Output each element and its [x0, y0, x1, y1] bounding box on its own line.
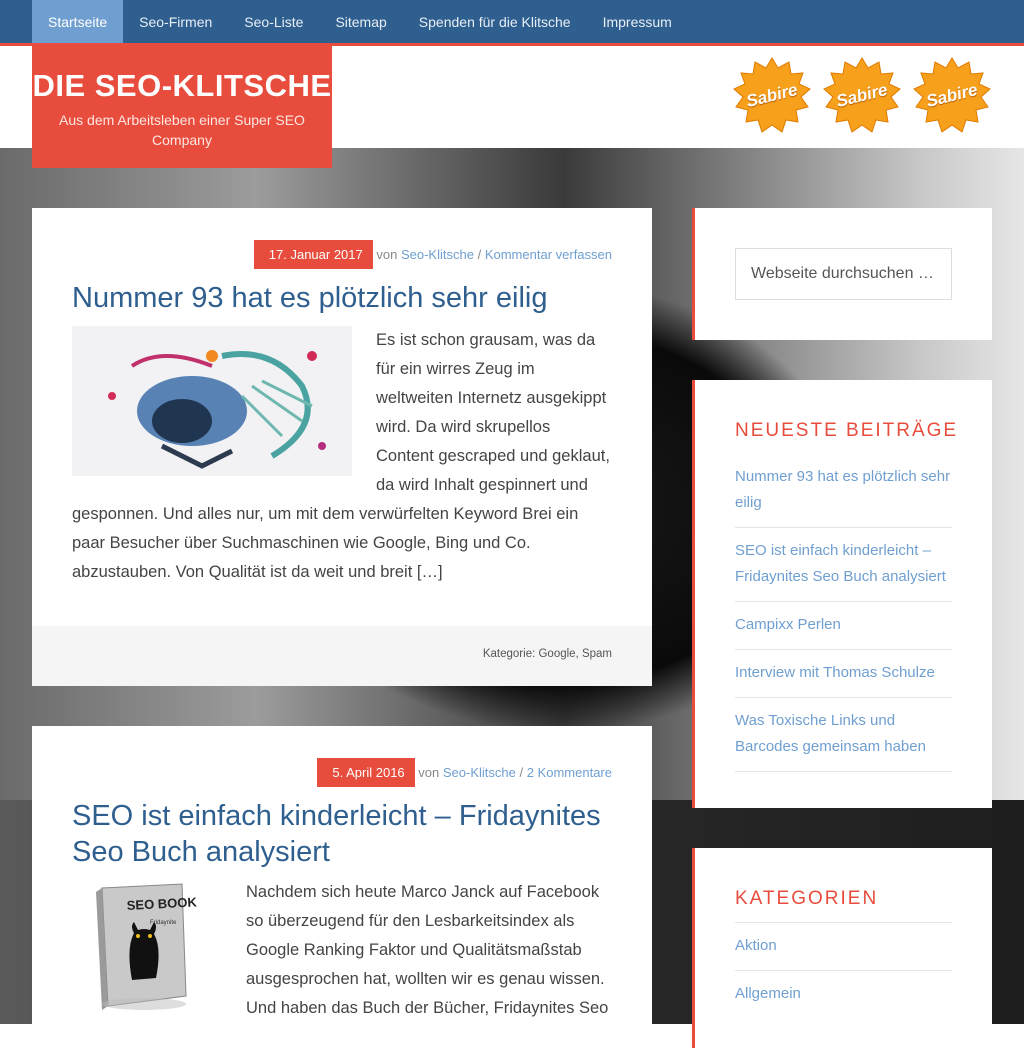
nav-item-seo-firmen[interactable]: Seo-Firmen: [123, 0, 228, 43]
search-input[interactable]: Webseite durchsuchen …: [735, 248, 952, 300]
nav-item-spenden[interactable]: Spenden für die Klitsche: [403, 0, 587, 43]
nav-item-startseite[interactable]: Startseite: [32, 0, 124, 43]
main-navigation: Startseite Seo-Firmen Seo-Liste Sitemap …: [0, 0, 1024, 46]
post-date[interactable]: 17. Januar 2017: [253, 240, 373, 269]
sabire-badge[interactable]: Sabire: [912, 56, 992, 136]
post-categories[interactable]: Kategorie: Google, Spam: [483, 648, 612, 660]
post-comments-link[interactable]: 2 Kommentare: [527, 765, 612, 780]
category-link[interactable]: Allgemein: [735, 970, 952, 1018]
post-meta: 5. April 2016 von Seo-Klitsche / 2 Komme…: [317, 758, 612, 787]
recent-posts-widget: NEUESTE BEITRÄGE Nummer 93 hat es plötzl…: [692, 380, 992, 808]
sabire-badge[interactable]: Sabire: [822, 56, 902, 136]
post-author-link[interactable]: Seo-Klitsche: [443, 765, 516, 780]
post-author-link[interactable]: Seo-Klitsche: [401, 247, 474, 262]
post-date[interactable]: 5. April 2016: [317, 758, 415, 787]
site-title[interactable]: DIE SEO-KLITSCHE: [32, 68, 332, 104]
categories-list: Aktion Allgemein: [735, 922, 952, 1018]
categories-widget: KATEGORIEN Aktion Allgemein: [692, 848, 992, 1048]
post-title[interactable]: SEO ist einfach kinderleicht – Fridaynit…: [72, 798, 612, 870]
widget-title: NEUESTE BEITRÄGE: [735, 420, 959, 441]
abstract-painting-image: [72, 326, 352, 476]
meta-separator: /: [477, 247, 482, 262]
post-thumbnail[interactable]: SEO BOOK Fridaynite: [72, 878, 208, 1024]
widget-title: KATEGORIEN: [735, 888, 879, 909]
recent-post-link[interactable]: Campixx Perlen: [735, 602, 952, 650]
post-excerpt-text: Nachdem sich heute Marco Janck auf Faceb…: [246, 883, 609, 1017]
recent-post-link[interactable]: Nummer 93 hat es plötzlich sehr eilig: [735, 454, 952, 528]
post-excerpt: Es ist schon grausam, was da für ein wir…: [72, 326, 612, 587]
nav-item-seo-liste[interactable]: Seo-Liste: [228, 0, 319, 43]
nav-item-impressum[interactable]: Impressum: [587, 0, 688, 43]
post-excerpt: SEO BOOK Fridaynite Nachdem sich heute M…: [72, 878, 612, 1030]
post-card: 5. April 2016 von Seo-Klitsche / 2 Komme…: [32, 726, 652, 1036]
recent-post-link[interactable]: Interview mit Thomas Schulze: [735, 650, 952, 698]
post-card: 17. Januar 2017 von Seo-Klitsche / Komme…: [32, 208, 652, 686]
badge-row: Sabire Sabire Sabire: [732, 56, 992, 136]
category-link[interactable]: Aktion: [735, 922, 952, 970]
recent-post-link[interactable]: SEO ist einfach kinderleicht – Fridaynit…: [735, 528, 952, 602]
recent-posts-list: Nummer 93 hat es plötzlich sehr eilig SE…: [735, 454, 952, 772]
post-comments-link[interactable]: Kommentar verfassen: [485, 247, 612, 262]
nav-item-sitemap[interactable]: Sitemap: [319, 0, 402, 43]
post-by: von: [376, 247, 398, 262]
post-title[interactable]: Nummer 93 hat es plötzlich sehr eilig: [72, 280, 612, 316]
post-footer: Kategorie: Google, Spam: [32, 626, 652, 686]
post-thumbnail[interactable]: [72, 326, 352, 486]
post-meta: 17. Januar 2017 von Seo-Klitsche / Komme…: [253, 240, 612, 269]
site-tagline: Aus dem Arbeitsleben einer Super SEO Com…: [59, 112, 305, 148]
sabire-badge[interactable]: Sabire: [732, 56, 812, 136]
book-cover-image: SEO BOOK Fridaynite: [96, 883, 198, 1010]
site-branding[interactable]: DIE SEO-KLITSCHE Aus dem Arbeitsleben ei…: [32, 46, 332, 168]
book-cover-title: SEO BOOK: [126, 894, 197, 913]
meta-separator: /: [519, 765, 524, 780]
post-by: von: [418, 765, 440, 780]
search-widget: Webseite durchsuchen …: [692, 208, 992, 340]
recent-post-link[interactable]: Was Toxische Links und Barcodes gemeinsa…: [735, 698, 952, 772]
